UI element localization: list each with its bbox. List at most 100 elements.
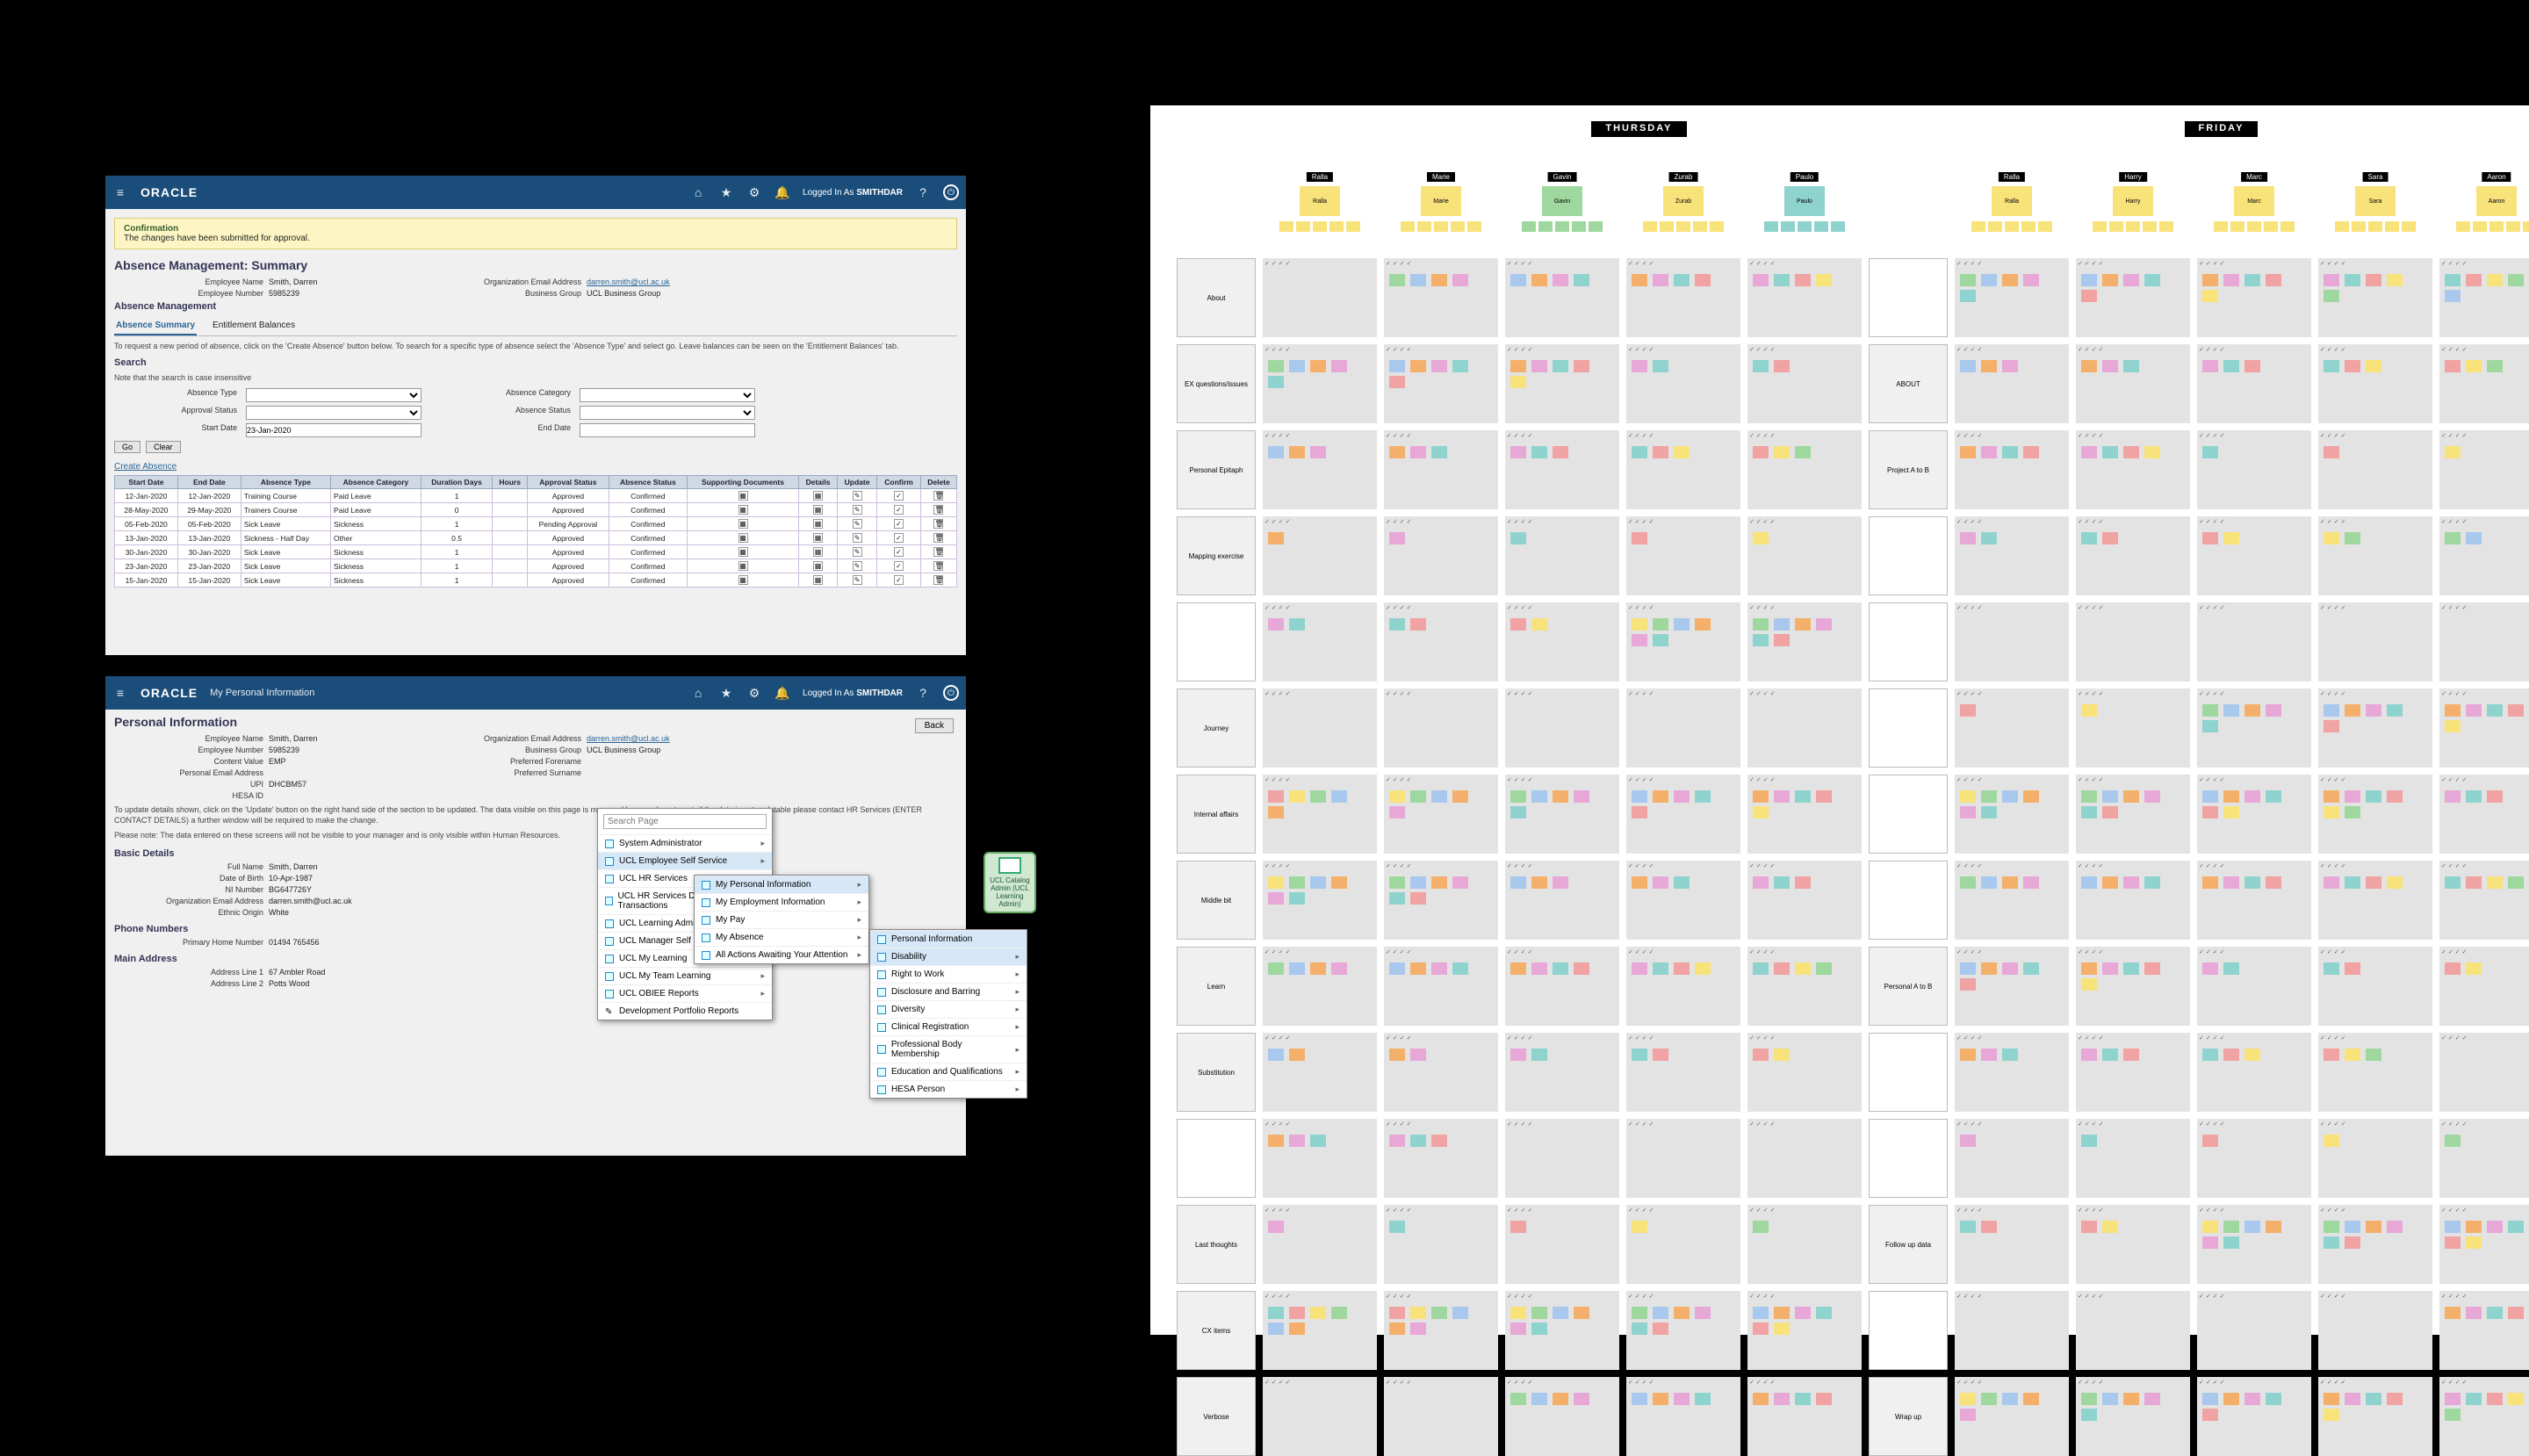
sticky-note[interactable] bbox=[1268, 1221, 1284, 1233]
sticky-note[interactable] bbox=[1289, 1323, 1305, 1335]
sticky-note[interactable] bbox=[1410, 618, 1426, 631]
sticky-note[interactable] bbox=[1981, 1049, 1997, 1061]
sticky-note[interactable] bbox=[1389, 1323, 1405, 1335]
sticky-note[interactable] bbox=[2506, 221, 2520, 232]
sticky-note[interactable] bbox=[1510, 618, 1526, 631]
sticky-note[interactable] bbox=[1553, 1307, 1568, 1319]
menu-item[interactable]: Disability▸ bbox=[870, 948, 1027, 965]
sticky-note[interactable] bbox=[2402, 221, 2416, 232]
sticky-note[interactable] bbox=[2244, 790, 2260, 803]
sticky-note[interactable] bbox=[1410, 892, 1426, 905]
sticky-note[interactable] bbox=[2445, 1409, 2461, 1421]
sticky-note[interactable] bbox=[2387, 274, 2403, 286]
sticky-note[interactable] bbox=[1981, 274, 1997, 286]
sticky-note[interactable] bbox=[1960, 876, 1976, 889]
sticky-note[interactable] bbox=[2202, 1049, 2218, 1061]
sticky-note[interactable] bbox=[2081, 1409, 2097, 1421]
board-cell[interactable]: ✓✓✓✓ bbox=[2076, 861, 2190, 940]
sticky-note[interactable] bbox=[1960, 532, 1976, 544]
sticky-note[interactable] bbox=[1417, 221, 1431, 232]
menu-item[interactable]: System Administrator▸ bbox=[598, 834, 772, 852]
sticky-note[interactable] bbox=[1971, 221, 1985, 232]
sticky-note[interactable] bbox=[2366, 704, 2381, 717]
sticky-note[interactable] bbox=[2324, 1135, 2339, 1147]
sticky-note[interactable] bbox=[1268, 962, 1284, 975]
sticky-note[interactable] bbox=[1632, 1393, 1647, 1405]
board-cell[interactable]: ✓✓✓✓ bbox=[2076, 775, 2190, 854]
sticky-note[interactable] bbox=[1795, 618, 1811, 631]
board-cell[interactable]: ✓✓✓✓ bbox=[2439, 1291, 2529, 1370]
menu-item[interactable]: UCL OBIEE Reports▸ bbox=[598, 984, 772, 1002]
sticky-note[interactable] bbox=[2345, 1393, 2360, 1405]
sticky-note[interactable] bbox=[2456, 221, 2470, 232]
sticky-note[interactable] bbox=[2324, 876, 2339, 889]
col-header[interactable]: Absence Type bbox=[241, 476, 330, 489]
sticky-note[interactable] bbox=[1674, 1393, 1690, 1405]
sticky-note[interactable] bbox=[1981, 446, 1997, 458]
sticky-note[interactable] bbox=[1653, 1049, 1668, 1061]
board-cell[interactable]: ✓✓✓✓ bbox=[1505, 344, 1619, 423]
sticky-note[interactable] bbox=[1960, 360, 1976, 372]
sticky-note[interactable] bbox=[1296, 221, 1310, 232]
sticky-note[interactable] bbox=[1268, 790, 1284, 803]
sticky-note[interactable] bbox=[1653, 1393, 1668, 1405]
sticky-note[interactable] bbox=[1574, 962, 1589, 975]
sticky-note[interactable] bbox=[2123, 962, 2139, 975]
details-icon[interactable]: ▦ bbox=[813, 505, 823, 515]
sticky-note[interactable] bbox=[1632, 532, 1647, 544]
sticky-note[interactable] bbox=[2244, 1221, 2260, 1233]
val-org-email[interactable]: darren.smith@ucl.ac.uk bbox=[587, 734, 780, 743]
sticky-note[interactable] bbox=[2445, 962, 2461, 975]
sticky-note[interactable] bbox=[1279, 221, 1293, 232]
board-cell[interactable]: ✓✓✓✓ bbox=[2076, 1377, 2190, 1456]
help-icon[interactable]: ? bbox=[915, 184, 931, 200]
sticky-note[interactable] bbox=[2023, 790, 2039, 803]
sticky-note[interactable] bbox=[2466, 962, 2482, 975]
sticky-note[interactable] bbox=[1653, 360, 1668, 372]
sticky-note[interactable] bbox=[1289, 618, 1305, 631]
sticky-note[interactable] bbox=[2081, 806, 2097, 818]
sticky-note[interactable] bbox=[2466, 274, 2482, 286]
sticky-note[interactable] bbox=[1268, 1135, 1284, 1147]
sticky-note[interactable]: Sara bbox=[2355, 186, 2396, 216]
sticky-note[interactable] bbox=[2264, 221, 2278, 232]
board-cell[interactable]: ✓✓✓✓ bbox=[1263, 861, 1377, 940]
sticky-note[interactable] bbox=[1331, 876, 1347, 889]
sticky-note[interactable] bbox=[1531, 274, 1547, 286]
menu-item[interactable]: Right to Work▸ bbox=[870, 965, 1027, 983]
sticky-note[interactable] bbox=[2038, 221, 2052, 232]
sticky-note[interactable] bbox=[1960, 704, 1976, 717]
board-cell[interactable]: ✓✓✓✓ bbox=[1384, 1291, 1498, 1370]
sticky-note[interactable] bbox=[2081, 1135, 2097, 1147]
board-cell[interactable]: ✓✓✓✓ bbox=[2439, 775, 2529, 854]
sticky-note[interactable] bbox=[2487, 1307, 2503, 1319]
sticky-note[interactable] bbox=[2102, 446, 2118, 458]
update-icon[interactable]: ✎ bbox=[853, 575, 862, 585]
board-cell[interactable]: ✓✓✓✓ bbox=[1626, 1291, 1740, 1370]
sticky-note[interactable] bbox=[1510, 532, 1526, 544]
sticky-note[interactable] bbox=[1410, 1307, 1426, 1319]
sticky-note[interactable] bbox=[1553, 274, 1568, 286]
sticky-note[interactable] bbox=[2345, 1049, 2360, 1061]
sticky-note[interactable] bbox=[2324, 806, 2339, 818]
sticky-note[interactable] bbox=[1268, 892, 1284, 905]
board-cell[interactable]: ✓✓✓✓ bbox=[2439, 344, 2529, 423]
sticky-note[interactable] bbox=[2345, 360, 2360, 372]
sticky-note[interactable] bbox=[1572, 221, 1586, 232]
sticky-note[interactable] bbox=[2366, 274, 2381, 286]
sticky-note[interactable] bbox=[1389, 376, 1405, 388]
sticky-note[interactable] bbox=[2466, 1221, 2482, 1233]
home-icon[interactable]: ⌂ bbox=[690, 685, 706, 701]
sticky-note[interactable] bbox=[2123, 360, 2139, 372]
sticky-note[interactable] bbox=[1389, 892, 1405, 905]
sticky-note[interactable] bbox=[2081, 704, 2097, 717]
board-cell[interactable]: ✓✓✓✓ bbox=[2197, 775, 2311, 854]
star-icon[interactable]: ★ bbox=[718, 685, 734, 701]
sticky-note[interactable] bbox=[1960, 1221, 1976, 1233]
board-cell[interactable]: ✓✓✓✓ bbox=[1384, 947, 1498, 1026]
sticky-note[interactable] bbox=[1510, 274, 1526, 286]
sticky-note[interactable] bbox=[2324, 290, 2339, 302]
sticky-note[interactable]: Aaron bbox=[2476, 186, 2517, 216]
sticky-note[interactable] bbox=[1710, 221, 1724, 232]
sticky-note[interactable] bbox=[1774, 1393, 1790, 1405]
